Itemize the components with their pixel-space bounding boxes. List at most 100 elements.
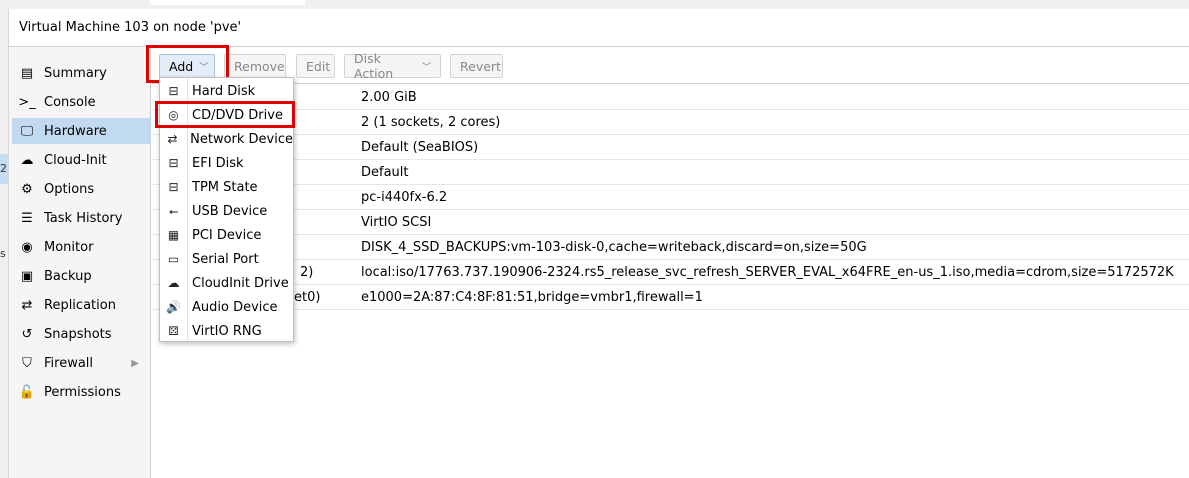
chevron-down-icon: ﹀ xyxy=(421,62,431,73)
nav-label: Hardware xyxy=(44,123,107,139)
menu-item-cd-dvd-drive[interactable]: ◎ CD/DVD Drive xyxy=(160,103,293,127)
table-row[interactable]: et0) e1000=2A:87:C4:8F:81:51,bridge=vmbr1… xyxy=(152,285,1189,310)
nav-label: Console xyxy=(44,94,96,110)
nav-item-replication[interactable]: ⇄ Replication xyxy=(12,292,151,318)
row-key: 2) xyxy=(300,265,314,280)
nav-label: Permissions xyxy=(44,384,121,400)
pci-card-icon: ▦ xyxy=(167,228,180,242)
nav-item-firewall[interactable]: ⛉ Firewall ▶ xyxy=(12,350,151,376)
menu-item-cloudinit-drive[interactable]: ☁ CloudInit Drive xyxy=(160,271,293,295)
table-row[interactable]: 2.00 GiB xyxy=(152,85,1189,110)
revert-button-label: Revert xyxy=(460,58,501,74)
nav-item-hardware[interactable]: 🖵 Hardware xyxy=(12,118,151,144)
menu-item-label: TPM State xyxy=(192,179,258,195)
eye-icon: ◉ xyxy=(21,239,33,255)
add-button-label: Add xyxy=(169,58,194,74)
row-value: pc-i440fx-6.2 xyxy=(361,190,448,205)
nav-label: Summary xyxy=(44,65,107,81)
shield-icon: ⛉ xyxy=(22,355,32,371)
row-value: VirtIO SCSI xyxy=(361,215,432,230)
hdd-icon: ⊟ xyxy=(168,84,179,98)
history-icon: ↺ xyxy=(21,326,33,342)
nav-item-task-history[interactable]: ☰ Task History xyxy=(12,205,151,231)
menu-item-label: Network Device xyxy=(190,131,293,147)
resource-tree-text: 2 xyxy=(0,162,7,175)
menu-item-label: USB Device xyxy=(192,203,268,219)
menu-item-pci-device[interactable]: ▦ PCI Device xyxy=(160,223,293,247)
resource-tree-text: s xyxy=(0,247,6,260)
resource-tree-edge: 2 s xyxy=(0,9,9,478)
menu-item-virtio-rng[interactable]: ⚄ VirtIO RNG xyxy=(160,319,293,343)
cloud-icon: ☁ xyxy=(20,152,34,168)
nav-item-monitor[interactable]: ◉ Monitor xyxy=(12,234,151,260)
add-button[interactable]: Add ﹀ xyxy=(159,54,215,78)
edit-button[interactable]: Edit xyxy=(296,54,335,78)
row-value: Default xyxy=(361,165,409,180)
menu-item-network-device[interactable]: ⇄ Network Device xyxy=(160,127,293,151)
nav-label: Firewall xyxy=(44,355,94,371)
page-title: Virtual Machine 103 on node 'pve' xyxy=(9,9,1189,47)
nav-item-cloud-init[interactable]: ☁ Cloud-Init xyxy=(12,147,151,173)
row-key: et0) xyxy=(294,290,321,305)
menu-item-label: CloudInit Drive xyxy=(192,275,289,291)
exchange-icon: ⇄ xyxy=(167,132,178,146)
menu-item-label: EFI Disk xyxy=(192,155,244,171)
nav-label: Monitor xyxy=(44,239,94,255)
monitor-icon: 🖵 xyxy=(20,123,34,139)
nav-item-backup[interactable]: ▣ Backup xyxy=(12,263,151,289)
table-row[interactable]: VirtIO SCSI xyxy=(152,210,1189,235)
nav-label: Cloud-Init xyxy=(44,152,107,168)
table-row[interactable]: DISK_4_SSD_BACKUPS:vm-103-disk-0,cache=w… xyxy=(152,235,1189,260)
menu-item-label: Hard Disk xyxy=(192,83,256,99)
menu-item-audio-device[interactable]: 🔊 Audio Device xyxy=(160,295,293,319)
menu-item-usb-device[interactable]: ⭠ USB Device xyxy=(160,199,293,223)
row-value: 2 (1 sockets, 2 cores) xyxy=(361,115,501,130)
menu-item-label: CD/DVD Drive xyxy=(192,107,283,123)
cloud-icon: ☁ xyxy=(167,276,180,290)
table-row[interactable]: 2 (1 sockets, 2 cores) xyxy=(152,110,1189,135)
table-row[interactable]: Default (SeaBIOS) xyxy=(152,135,1189,160)
nav-item-permissions[interactable]: 🔓 Permissions xyxy=(12,379,151,405)
disk-action-label: Disk Action xyxy=(354,51,394,81)
menu-item-efi-disk[interactable]: ⊟ EFI Disk xyxy=(160,151,293,175)
nav-item-console[interactable]: >_ Console xyxy=(12,89,151,115)
table-row[interactable]: Default xyxy=(152,160,1189,185)
disk-action-button[interactable]: Disk Action ﹀ xyxy=(344,51,441,81)
row-value: Default (SeaBIOS) xyxy=(361,140,479,155)
terminal-icon: >_ xyxy=(18,94,36,110)
cdrom-icon: ◎ xyxy=(168,108,179,122)
remove-button[interactable]: Remove xyxy=(224,54,286,78)
row-value: 2.00 GiB xyxy=(361,90,417,105)
nav-item-snapshots[interactable]: ↺ Snapshots xyxy=(12,321,151,347)
menu-item-label: Audio Device xyxy=(192,299,278,315)
row-value: local:iso/17763.737.190906-2324.rs5_rele… xyxy=(361,265,1174,280)
nav-label: Replication xyxy=(44,297,116,313)
row-value: e1000=2A:87:C4:8F:81:51,bridge=vmbr1,fir… xyxy=(361,290,703,305)
menu-item-serial-port[interactable]: ▭ Serial Port xyxy=(160,247,293,271)
menu-item-label: VirtIO RNG xyxy=(192,323,262,339)
menu-item-label: PCI Device xyxy=(192,227,262,243)
nav-item-summary[interactable]: ▤ Summary xyxy=(12,60,151,86)
table-row[interactable]: 2) local:iso/17763.737.190906-2324.rs5_re… xyxy=(152,260,1189,285)
hdd-icon: ⊟ xyxy=(168,180,179,194)
gear-icon: ⚙ xyxy=(21,181,33,197)
vm-nav-sidebar: ▤ Summary >_ Console 🖵 Hardware ☁ Cloud-Init… xyxy=(9,47,151,478)
top-tab-strip xyxy=(0,0,1189,9)
list-icon: ☰ xyxy=(21,210,33,226)
usb-icon: ⭠ xyxy=(168,203,179,218)
nav-label: Snapshots xyxy=(44,326,112,342)
hardware-toolbar: Add ﹀ Remove Edit Disk Action ﹀ Revert xyxy=(152,47,1189,84)
nav-label: Backup xyxy=(44,268,92,284)
menu-item-hard-disk[interactable]: ⊟ Hard Disk xyxy=(160,79,293,103)
retweet-icon: ⇄ xyxy=(21,297,33,313)
table-row[interactable]: pc-i440fx-6.2 xyxy=(152,185,1189,210)
nav-item-options[interactable]: ⚙ Options xyxy=(12,176,151,202)
menu-item-tpm-state[interactable]: ⊟ TPM State xyxy=(160,175,293,199)
menu-item-label: Serial Port xyxy=(192,251,259,267)
volume-icon: 🔊 xyxy=(166,300,181,314)
nav-label: Task History xyxy=(44,210,123,226)
nav-label: Options xyxy=(44,181,95,197)
revert-button[interactable]: Revert xyxy=(450,54,503,78)
active-tab-edge xyxy=(150,0,305,5)
chevron-right-icon: ▶ xyxy=(131,357,139,369)
